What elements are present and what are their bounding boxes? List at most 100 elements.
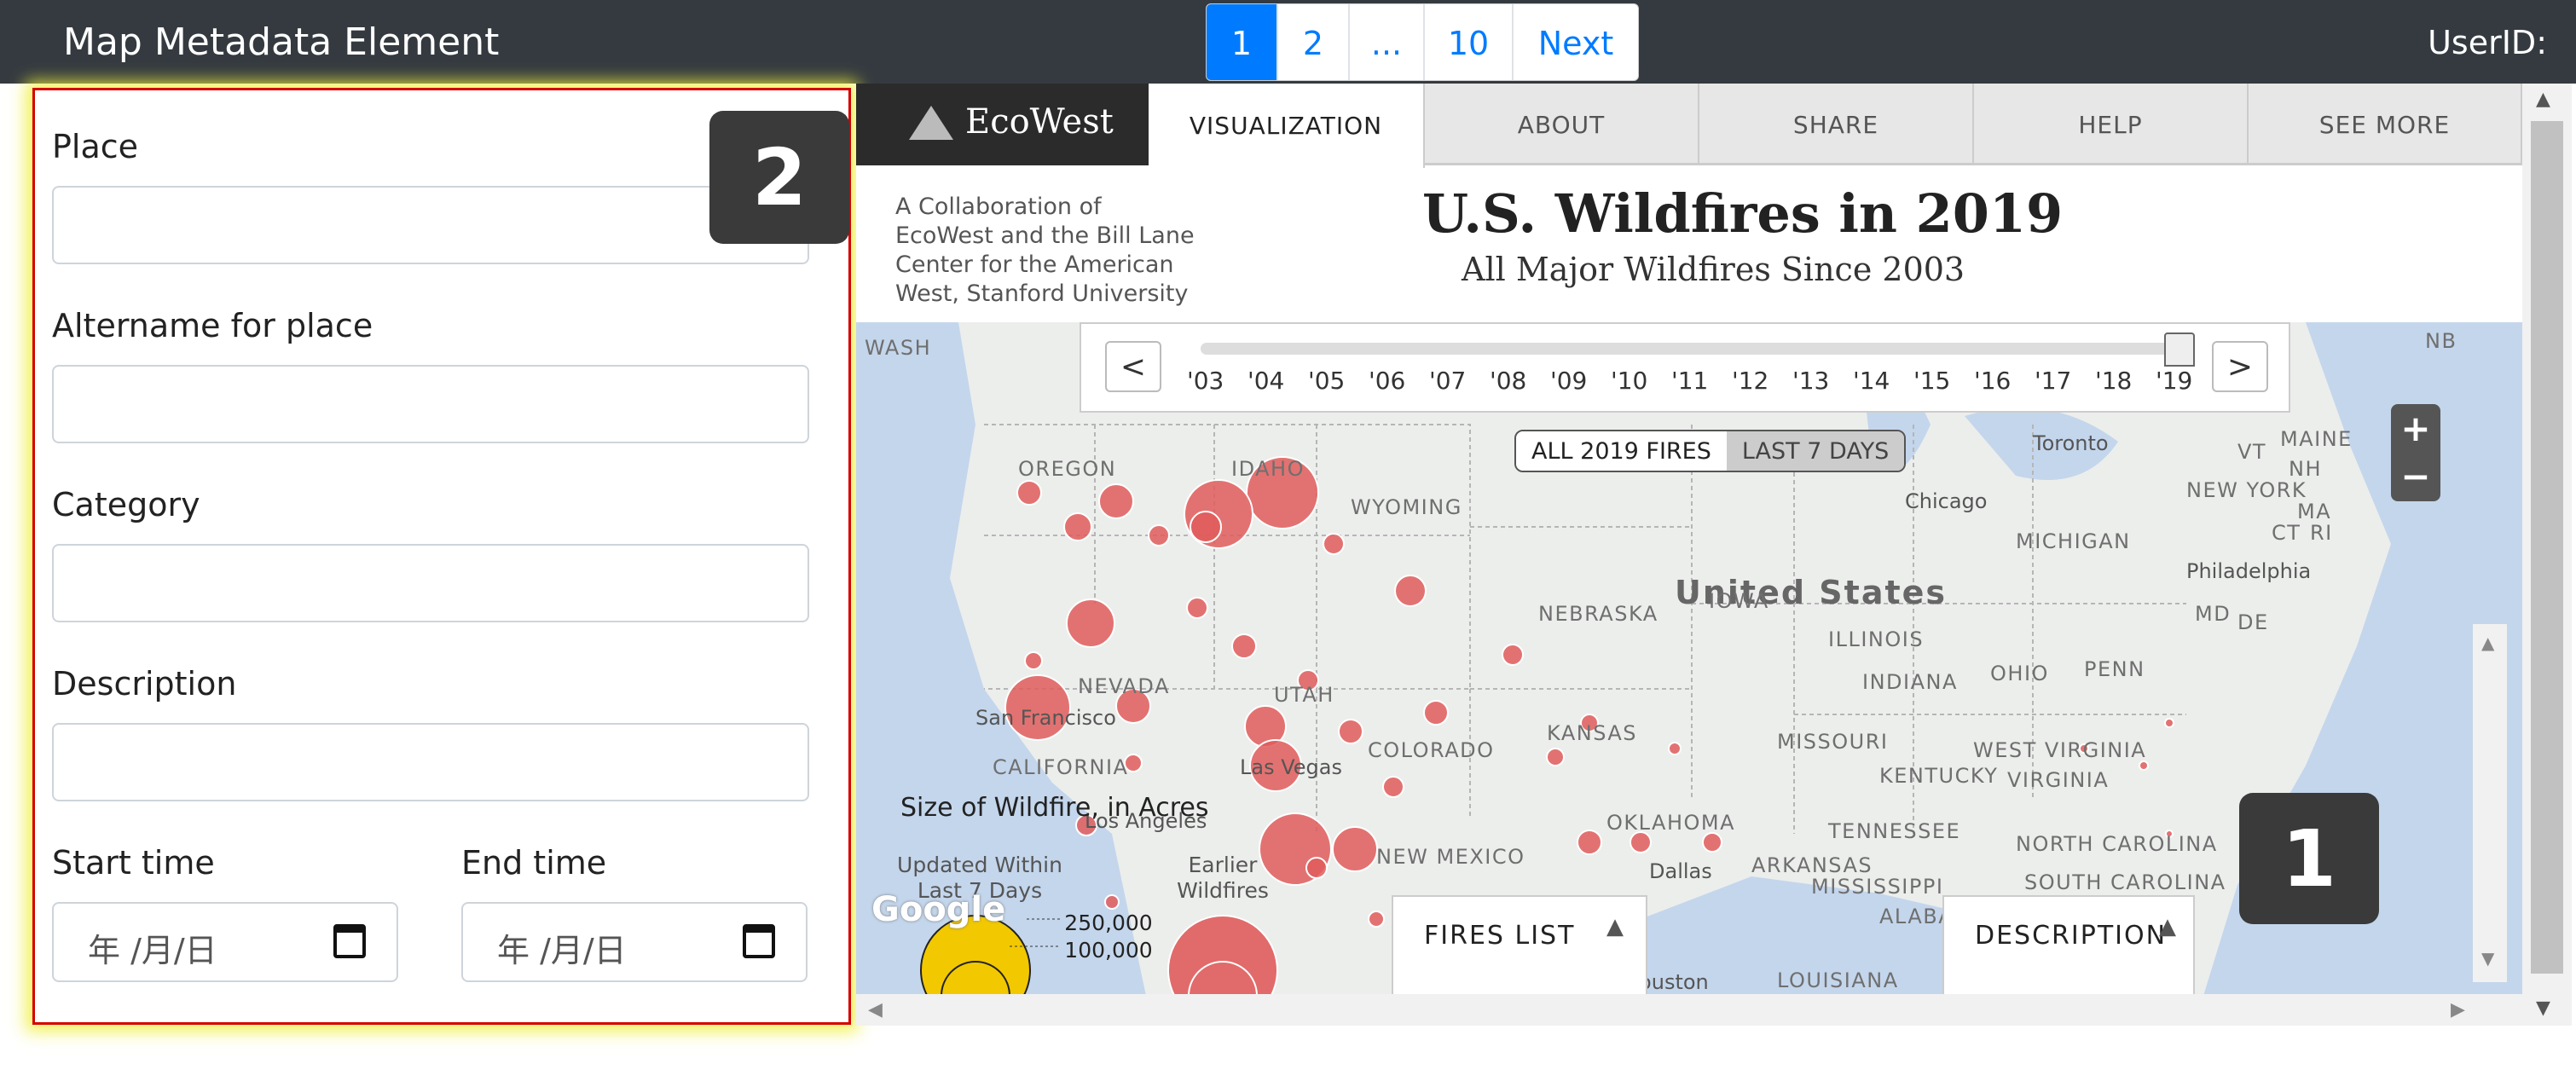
category-input[interactable] [52,544,809,622]
altername-input[interactable] [52,365,809,443]
viz-tab-bar: EcoWest VISUALIZATION ABOUT SHARE HELP S… [856,84,2522,168]
timeline-year-label[interactable]: '16 [1974,367,2011,395]
state-label: NEW YORK [2186,478,2307,502]
timeline-track[interactable] [1201,343,2173,355]
state-label: VT [2237,440,2266,464]
calendar-icon[interactable] [743,924,775,958]
state-label: NEVADA [1078,674,1170,698]
year-timeline: < '03 '04 '05 '06 '07 '08 '09 '10 '11 '12 '13 '14 '1… [1080,322,2290,413]
next-page-button[interactable]: Next [1514,4,1638,80]
app-title: Map Metadata Element [63,20,500,64]
all-2019-fires-toggle[interactable]: ALL 2019 FIRES [1516,431,1727,471]
state-label: KENTUCKY [1879,764,1998,788]
start-time-label: Start time [52,844,215,882]
end-time-label: End time [461,844,607,882]
description-input[interactable] [52,723,809,801]
state-label: NB [2425,329,2457,353]
state-label: IOWA [1709,589,1769,613]
vertical-scrollbar[interactable]: ▲ ▼ [2522,84,2572,1026]
tab-visualization[interactable]: VISUALIZATION [1149,84,1425,168]
timeline-year-label[interactable]: '09 [1550,367,1587,395]
page-1-button[interactable]: 1 [1207,4,1278,80]
scroll-up-icon[interactable]: ▲ [2481,633,2494,653]
calendar-icon[interactable] [333,924,366,958]
collaboration-note: A Collaboration of EcoWest and the Bill … [895,194,1195,307]
timeline-next-button[interactable]: > [2212,341,2268,392]
page-10-button[interactable]: 10 [1425,4,1514,80]
city-label: Chicago [1905,489,1987,513]
timeline-year-label[interactable]: '07 [1429,367,1466,395]
inner-vertical-scrollbar[interactable]: ▲ ▼ [2473,624,2507,982]
category-label: Category [52,486,200,523]
tab-about[interactable]: ABOUT [1425,84,1699,165]
state-label: RI [2310,521,2333,545]
start-date-input[interactable]: 年 /月/日 [52,902,398,982]
timeline-year-label[interactable]: '08 [1490,367,1526,395]
scroll-left-icon[interactable]: ◀ [868,999,883,1021]
page-2-button[interactable]: 2 [1278,4,1350,80]
timeline-year-label[interactable]: '06 [1369,367,1405,395]
tab-help[interactable]: HELP [1974,84,2249,165]
scroll-up-icon[interactable]: ▲ [2536,89,2550,110]
state-label: WEST VIRGINIA [1973,738,2146,762]
ecowest-logo[interactable]: EcoWest [856,84,1149,165]
state-label: VIRGINIA [2007,768,2109,792]
timeline-prev-button[interactable]: < [1105,341,1161,392]
city-label: San Francisco [975,706,1116,730]
scroll-down-icon[interactable]: ▼ [2536,997,2550,1019]
timeline-year-label[interactable]: '19 [2156,367,2192,395]
page-ellipsis: ... [1350,4,1425,80]
state-label: DE [2237,610,2269,634]
city-label: Dallas [1649,859,1712,883]
state-label: UTAH [1274,683,1334,707]
place-input[interactable] [52,186,809,264]
tab-see-more[interactable]: SEE MORE [2249,84,2522,165]
description-panel-label: DESCRIPTION [1975,921,2168,951]
timeline-year-label[interactable]: '12 [1732,367,1768,395]
state-label: MISSOURI [1777,730,1888,754]
altername-label: Altername for place [52,307,373,344]
viz-subtitle: All Major Wildfires Since 2003 [1462,251,1965,288]
timeline-year-label[interactable]: '10 [1611,367,1647,395]
timeline-year-label[interactable]: '03 [1187,367,1224,395]
legend-250k-label: 250,000 [1064,911,1153,935]
legend-100k-label: 100,000 [1064,938,1153,963]
fire-range-toggle: ALL 2019 FIRES LAST 7 DAYS [1514,430,1907,472]
state-label: INDIANA [1862,670,1958,694]
zoom-in-button[interactable]: + [2391,404,2440,452]
horizontal-scrollbar[interactable]: ◀ ▶ [856,994,2522,1026]
state-label: CT [2272,521,2301,545]
timeline-year-label[interactable]: '13 [1792,367,1829,395]
scroll-down-icon[interactable]: ▼ [2481,948,2494,968]
zoom-out-button[interactable]: − [2391,452,2440,500]
state-label: NH [2289,457,2322,481]
timeline-slider-handle[interactable] [2164,332,2195,367]
state-label: ILLINOIS [1828,627,1924,651]
timeline-year-label[interactable]: '04 [1247,367,1284,395]
timeline-year-label[interactable]: '05 [1308,367,1345,395]
state-label: PENN [2084,657,2145,681]
state-label: LOUISIANA [1777,968,1899,992]
end-date-input[interactable]: 年 /月/日 [461,902,808,982]
tab-share[interactable]: SHARE [1699,84,1974,165]
scroll-right-icon[interactable]: ▶ [2451,999,2465,1021]
top-navbar: Map Metadata Element 1 2 ... 10 Next Use… [0,0,2576,84]
chevron-up-icon: ▲ [2159,914,2178,940]
state-label: OREGON [1018,457,1116,481]
scrollbar-thumb[interactable] [2531,121,2563,974]
state-label: NORTH CAROLINA [2016,832,2218,856]
timeline-year-label[interactable]: '18 [2095,367,2132,395]
description-panel[interactable]: DESCRIPTION ▲ [1942,895,2195,997]
timeline-year-label[interactable]: '15 [1913,367,1950,395]
timeline-year-label[interactable]: '11 [1671,367,1708,395]
state-label: ARKANSAS [1751,853,1873,877]
last-7-days-toggle[interactable]: LAST 7 DAYS [1726,431,1905,471]
fires-list-panel[interactable]: FIRES LIST ▲ [1392,895,1647,997]
timeline-year-label[interactable]: '14 [1853,367,1890,395]
user-id-label: UserID: [2428,24,2547,61]
timeline-year-label[interactable]: '17 [2035,367,2071,395]
city-label: Toronto [2032,431,2109,455]
state-label: MICHIGAN [2016,529,2131,553]
state-label: MISSISSIPPI [1811,875,1943,899]
map-zoom-control: + − [2391,404,2440,501]
